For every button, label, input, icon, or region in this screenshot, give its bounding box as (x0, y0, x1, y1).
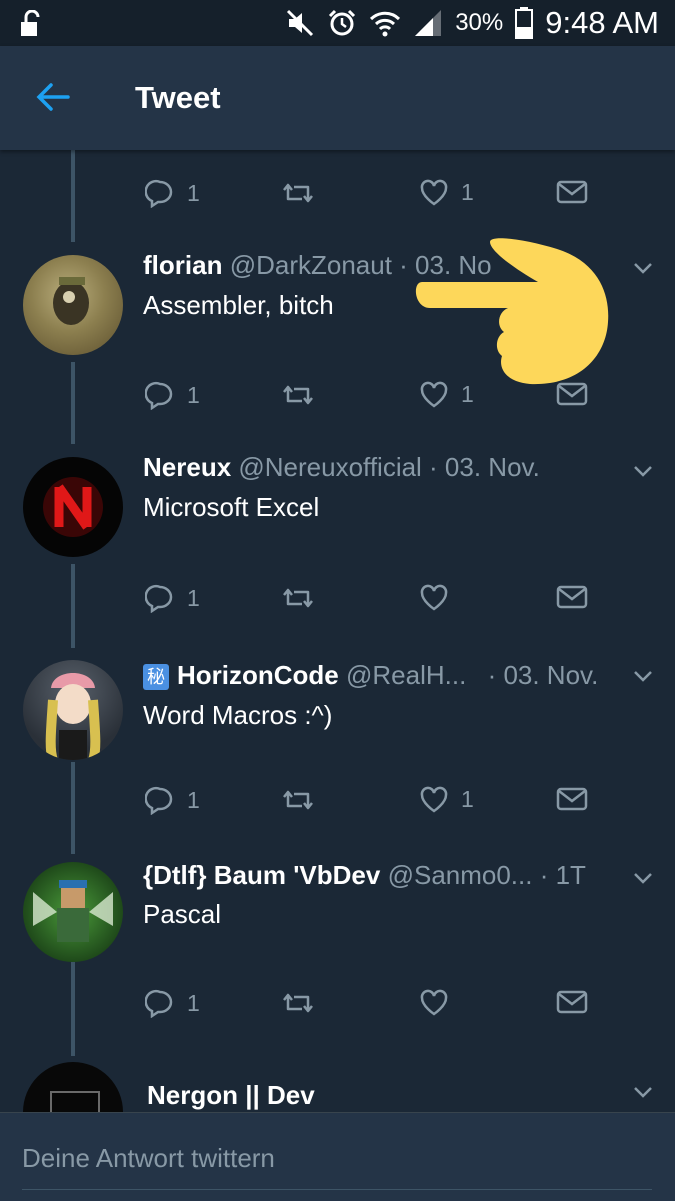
thread-line (71, 362, 75, 444)
reply-input[interactable] (22, 1133, 652, 1190)
tweet-header: Nergon || Dev (147, 1080, 315, 1111)
author-name[interactable]: HorizonCode (177, 660, 339, 690)
reply-button[interactable]: 1 (145, 785, 200, 815)
author-handle[interactable]: @Nereuxofficial · 03. Nov. (238, 452, 539, 482)
top-app-bar: Tweet (0, 46, 675, 150)
thread-line (71, 150, 75, 242)
conversation-feed[interactable]: 1 1 florian @DarkZonaut · 03. No Assembl… (0, 150, 675, 1112)
page-title: Tweet (135, 80, 221, 115)
reply-count: 1 (187, 584, 200, 611)
tweet-header: 秘 HorizonCode @RealH... · 03. Nov. (143, 660, 598, 691)
reply-icon (145, 381, 173, 410)
pointing-hand-emoji (415, 238, 609, 385)
tweet-date: · 03. Nov. (487, 660, 599, 690)
retweet-icon (283, 993, 313, 1013)
alarm-icon (329, 9, 356, 36)
retweet-button[interactable] (282, 380, 326, 410)
like-count: 1 (461, 178, 474, 205)
reply-button[interactable]: 1 (145, 178, 200, 208)
chevron-down-icon[interactable] (632, 260, 654, 276)
retweet-icon (283, 588, 313, 608)
thread-line (71, 564, 75, 648)
tweet-text: Word Macros :^) (143, 700, 333, 730)
wifi-icon (370, 11, 401, 37)
tweet-header: Nereux @Nereuxofficial · 03. Nov. (143, 452, 540, 483)
mail-icon (556, 585, 588, 609)
share-button[interactable] (556, 178, 588, 206)
heart-icon (420, 179, 448, 206)
reply-count: 1 (187, 179, 200, 206)
mute-icon (287, 9, 314, 37)
mail-icon (556, 180, 588, 204)
tweet-text: Assembler, bitch (143, 290, 334, 320)
tweet-text: Microsoft Excel (143, 492, 320, 522)
heart-icon (420, 989, 448, 1016)
clock: 9:48 AM (545, 5, 659, 40)
reply-icon (145, 179, 173, 208)
mail-icon (556, 990, 588, 1014)
chevron-down-icon[interactable] (632, 1084, 654, 1100)
like-button[interactable]: 1 (419, 785, 474, 813)
author-name[interactable]: florian (143, 250, 222, 280)
like-button[interactable]: 1 (419, 178, 474, 206)
like-button[interactable] (419, 583, 461, 611)
retweet-button[interactable] (282, 583, 326, 613)
retweet-button[interactable] (282, 988, 326, 1018)
author-handle[interactable]: @Sanmo0... · 1T (388, 860, 586, 890)
tweet-text: Pascal (143, 899, 222, 929)
like-button[interactable] (419, 988, 461, 1016)
signal-icon (415, 10, 442, 36)
reply-button[interactable]: 1 (145, 583, 200, 613)
author-name[interactable]: {Dtlf} Baum 'VbDev (143, 860, 380, 890)
avatar[interactable] (23, 457, 123, 557)
author-name[interactable]: Nergon || Dev (147, 1080, 315, 1110)
unlock-icon (21, 10, 40, 36)
battery-icon (515, 7, 534, 39)
share-button[interactable] (556, 785, 588, 813)
avatar[interactable] (23, 862, 123, 962)
tweet-header: {Dtlf} Baum 'VbDev @Sanmo0... · 1T (143, 860, 586, 891)
author-name[interactable]: Nereux (143, 452, 231, 482)
reply-icon (145, 584, 173, 613)
chevron-down-icon[interactable] (632, 668, 654, 684)
avatar[interactable] (23, 1062, 123, 1112)
reply-button[interactable]: 1 (145, 988, 200, 1018)
badge-emoji: 秘 (143, 664, 169, 691)
reply-compose-bar (0, 1112, 675, 1201)
reply-button[interactable]: 1 (145, 380, 200, 410)
mail-icon (556, 787, 588, 811)
thread-line (71, 962, 75, 1056)
reply-count: 1 (187, 989, 200, 1016)
share-button[interactable] (556, 988, 588, 1016)
avatar[interactable] (23, 660, 123, 760)
retweet-button[interactable] (282, 178, 326, 208)
author-handle[interactable]: @RealH... (346, 660, 466, 690)
avatar[interactable] (23, 255, 123, 355)
reply-count: 1 (187, 381, 200, 408)
reply-icon (145, 786, 173, 815)
chevron-down-icon[interactable] (632, 463, 654, 479)
chevron-down-icon[interactable] (632, 870, 654, 886)
thread-line (71, 762, 75, 854)
share-button[interactable] (556, 583, 588, 611)
retweet-icon (283, 790, 313, 810)
retweet-button[interactable] (282, 785, 326, 815)
heart-icon (420, 584, 448, 611)
like-count: 1 (461, 785, 474, 812)
heart-icon (420, 786, 448, 813)
status-bar: 30% 9:48 AM (0, 0, 675, 46)
reply-icon (145, 989, 173, 1018)
retweet-icon (283, 183, 313, 203)
retweet-icon (283, 385, 313, 405)
back-arrow-icon[interactable] (36, 82, 70, 112)
battery-percent: 30% (455, 9, 504, 36)
reply-count: 1 (187, 786, 200, 813)
